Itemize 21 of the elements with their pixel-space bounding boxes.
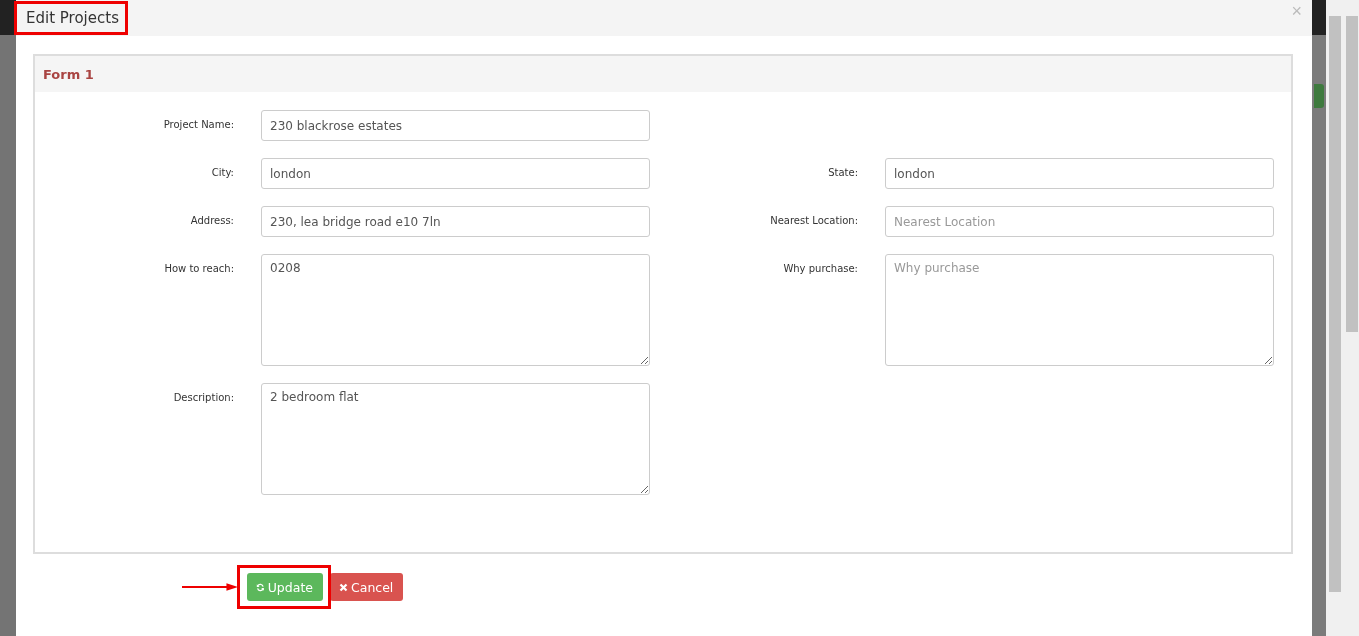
field-label: How to reach: [163,262,234,276]
field-label: Nearest Location: [769,214,858,228]
field-label: Address: [189,214,234,228]
input-field[interactable]: 230 blackrose estates [261,110,650,141]
field-label: State: [827,166,858,180]
field-label: City: [210,166,234,180]
cancel-button[interactable]: Cancel [330,573,404,601]
input-field[interactable]: london [885,158,1274,189]
annotation-arrow [182,582,238,592]
text-area[interactable]: 2 bedroom flat [261,383,650,495]
text-area[interactable]: 0208 [261,254,650,366]
panel-title: Form 1 [43,66,94,82]
modal-title: Edit Projects [26,9,119,27]
input-field[interactable]: Nearest Location [885,206,1274,237]
text-area[interactable]: Why purchase [885,254,1274,366]
input-field[interactable]: london [261,158,650,189]
field-label: Description: [172,391,234,405]
field-label: Why purchase: [782,262,858,276]
close-icon [339,582,348,592]
input-field[interactable]: 230, lea bridge road e10 7ln [261,206,650,237]
field-label: Project Name: [162,118,234,132]
